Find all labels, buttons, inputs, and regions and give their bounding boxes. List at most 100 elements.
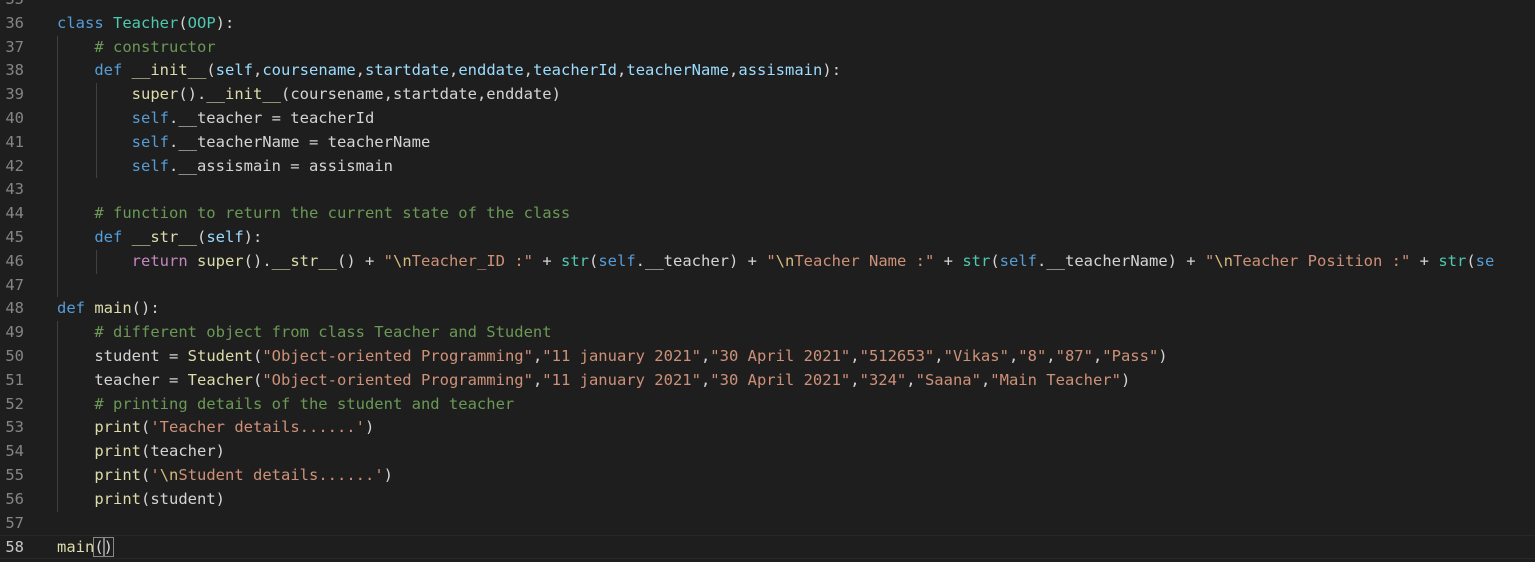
code-token: ( bbox=[141, 418, 151, 437]
code-token: super bbox=[131, 85, 179, 104]
code-token: Student bbox=[187, 347, 253, 365]
code-text: class Teacher(OOP): bbox=[57, 12, 234, 36]
code-token: coursename bbox=[262, 61, 356, 80]
code-editor[interactable]: 3536class Teacher(OOP):37 # constructor3… bbox=[0, 0, 1535, 562]
code-token: (student) bbox=[141, 489, 225, 508]
code-token: ): bbox=[243, 228, 263, 246]
line-number: 38 bbox=[5, 61, 24, 80]
code-line[interactable]: 51 teacher = Teacher("Object-oriented Pr… bbox=[0, 369, 1535, 393]
code-token: .__teacher) + bbox=[635, 251, 767, 270]
code-line[interactable]: 49 # different object from class Teacher… bbox=[0, 321, 1535, 345]
code-token: main bbox=[57, 538, 95, 557]
code-token: ( bbox=[252, 370, 263, 389]
code-token: + bbox=[1410, 251, 1439, 270]
code-line[interactable]: 50 student = Student("Object-oriented Pr… bbox=[0, 345, 1535, 369]
code-token: print bbox=[94, 418, 141, 437]
code-line[interactable]: 56 print(student) bbox=[0, 488, 1535, 512]
code-token: def bbox=[57, 299, 95, 318]
code-token: def bbox=[94, 61, 132, 80]
code-token: ) bbox=[383, 466, 394, 484]
line-number: 43 bbox=[5, 180, 24, 199]
code-line[interactable]: 36 class Teacher(OOP): bbox=[0, 12, 1535, 36]
code-token: , bbox=[1092, 347, 1103, 365]
code-line[interactable]: 55 print('\nStudent details......') bbox=[0, 464, 1535, 488]
code-token: ( bbox=[206, 61, 216, 80]
code-token: (). bbox=[178, 85, 207, 104]
code-token: teacherName bbox=[626, 61, 730, 80]
code-token: class bbox=[57, 13, 113, 32]
code-token: ' bbox=[150, 466, 160, 484]
code-text: self.__teacherName = teacherName bbox=[57, 131, 431, 155]
code-token: "Main Teacher" bbox=[990, 370, 1121, 389]
code-token: , bbox=[850, 370, 860, 389]
line-number: 52 bbox=[5, 394, 24, 413]
code-line[interactable]: 47 bbox=[0, 274, 1535, 298]
code-line[interactable]: 46 return super().__str__() + "\nTeacher… bbox=[0, 250, 1535, 274]
code-token: ): bbox=[822, 61, 842, 80]
code-token: \n bbox=[393, 251, 412, 270]
code-token: + bbox=[934, 251, 963, 270]
code-token: , bbox=[532, 370, 543, 389]
code-token: OOP bbox=[187, 13, 216, 32]
code-line[interactable]: 40 self.__teacher = teacherId bbox=[0, 107, 1535, 131]
code-line[interactable]: 38 def __init__(self,coursename,startdat… bbox=[0, 59, 1535, 83]
code-line[interactable]: 48 def main(): bbox=[0, 297, 1535, 321]
code-token: self bbox=[131, 132, 169, 151]
code-token: , bbox=[252, 61, 263, 80]
code-line[interactable]: 42 self.__assismain = assismain bbox=[0, 155, 1535, 179]
line-number: 37 bbox=[5, 37, 24, 56]
code-text: super().__init__(coursename,startdate,en… bbox=[57, 83, 561, 107]
code-text: def __str__(self): bbox=[57, 226, 262, 250]
code-line[interactable]: 35 bbox=[0, 0, 1535, 12]
code-token: (): bbox=[131, 299, 160, 318]
code-token: __init__ bbox=[131, 61, 207, 80]
line-number: 46 bbox=[5, 251, 24, 270]
code-token: ( bbox=[1466, 251, 1476, 270]
line-number: 53 bbox=[5, 418, 24, 437]
code-token: main bbox=[94, 299, 132, 318]
code-token: \n bbox=[159, 466, 179, 484]
code-text: # printing details of the student and te… bbox=[57, 393, 514, 417]
code-line[interactable]: 44 # function to return the current stat… bbox=[0, 202, 1535, 226]
code-line[interactable]: 53 print('Teacher details......') bbox=[0, 416, 1535, 440]
line-number: 55 bbox=[5, 466, 24, 484]
code-line[interactable]: 39 super().__init__(coursename,startdate… bbox=[0, 83, 1535, 107]
code-line[interactable]: 58 main() bbox=[0, 535, 1535, 560]
code-line[interactable]: 41 self.__teacherName = teacherName bbox=[0, 131, 1535, 155]
code-token: # function to return the current state o… bbox=[94, 204, 571, 223]
code-token: self bbox=[131, 109, 169, 127]
code-text: self.__teacher = teacherId bbox=[57, 107, 375, 131]
code-line[interactable]: 52 # printing details of the student and… bbox=[0, 393, 1535, 417]
line-number: 42 bbox=[5, 156, 24, 175]
indent-guide bbox=[96, 83, 97, 179]
code-token: , bbox=[523, 61, 534, 80]
code-token: ( bbox=[93, 537, 105, 558]
code-token: Teacher bbox=[187, 370, 253, 389]
code-token: "Object-oriented Programming" bbox=[262, 370, 533, 389]
code-token: print bbox=[94, 442, 141, 461]
code-token: + bbox=[533, 251, 561, 270]
line-number: 39 bbox=[5, 85, 24, 104]
code-token: self bbox=[206, 228, 244, 246]
code-line[interactable]: 43 bbox=[0, 178, 1535, 202]
code-line[interactable]: 57 bbox=[0, 512, 1535, 536]
code-token: , bbox=[1008, 347, 1019, 365]
code-text: print(teacher) bbox=[57, 440, 225, 464]
code-line[interactable]: 37 # constructor bbox=[0, 36, 1535, 60]
code-line[interactable]: 45 def __str__(self): bbox=[0, 226, 1535, 250]
code-token: "Vikas" bbox=[943, 347, 1009, 365]
code-token: ) bbox=[102, 537, 115, 558]
code-text: def __init__(self,coursename,startdate,e… bbox=[57, 59, 841, 83]
code-token: "Saana" bbox=[915, 370, 981, 389]
code-line[interactable]: 54 print(teacher) bbox=[0, 440, 1535, 464]
code-token: , bbox=[355, 61, 365, 80]
code-token: str bbox=[1438, 251, 1467, 270]
code-token: ( bbox=[141, 466, 151, 484]
code-token: startdate bbox=[365, 61, 449, 80]
code-token: ( bbox=[589, 251, 599, 270]
